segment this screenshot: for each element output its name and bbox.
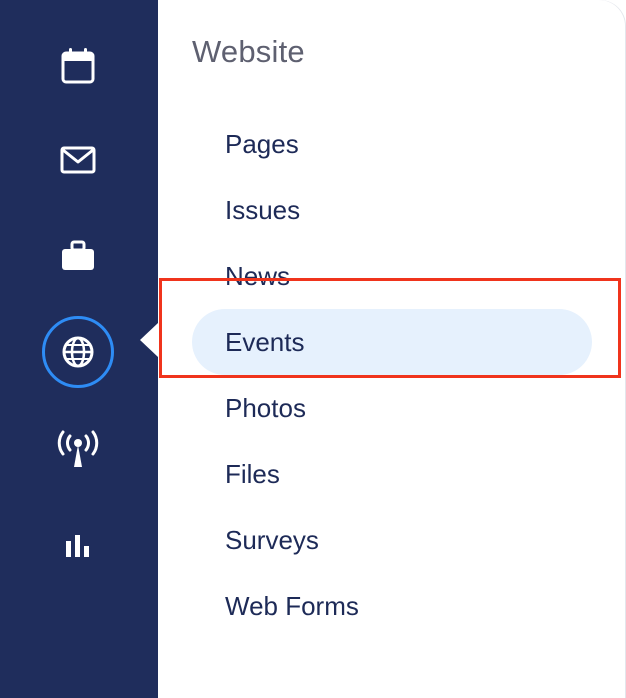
bar-chart-icon bbox=[64, 533, 92, 559]
sidebar-item-reports[interactable] bbox=[42, 510, 114, 582]
sidebar-item-mail[interactable] bbox=[42, 124, 114, 196]
globe-icon bbox=[61, 335, 95, 369]
menu-item-issues[interactable]: Issues bbox=[192, 177, 592, 243]
menu-item-label: Issues bbox=[225, 194, 301, 225]
menu-item-surveys[interactable]: Surveys bbox=[192, 507, 592, 573]
active-pointer bbox=[140, 323, 158, 357]
panel-title: Website bbox=[192, 34, 305, 69]
sidebar-rail bbox=[0, 0, 158, 698]
calendar-icon bbox=[60, 47, 96, 85]
menu-item-label: Files bbox=[225, 458, 280, 489]
menu-item-web-forms[interactable]: Web Forms bbox=[192, 573, 592, 639]
sidebar-item-broadcast[interactable] bbox=[42, 414, 114, 486]
mail-icon bbox=[60, 146, 96, 174]
sidebar-item-briefcase[interactable] bbox=[42, 220, 114, 292]
briefcase-icon bbox=[60, 240, 96, 272]
menu-item-photos[interactable]: Photos bbox=[192, 375, 592, 441]
menu-item-files[interactable]: Files bbox=[192, 441, 592, 507]
menu-item-label: Web Forms bbox=[225, 590, 359, 621]
menu-item-label: Surveys bbox=[225, 524, 319, 555]
menu-item-label: Photos bbox=[225, 392, 306, 423]
sidebar-item-website[interactable] bbox=[42, 316, 114, 388]
menu-item-pages[interactable]: Pages bbox=[192, 111, 592, 177]
broadcast-icon bbox=[56, 430, 100, 470]
menu-item-label: Pages bbox=[225, 128, 299, 159]
highlight-annotation bbox=[159, 278, 621, 378]
sidebar-item-calendar[interactable] bbox=[42, 30, 114, 102]
